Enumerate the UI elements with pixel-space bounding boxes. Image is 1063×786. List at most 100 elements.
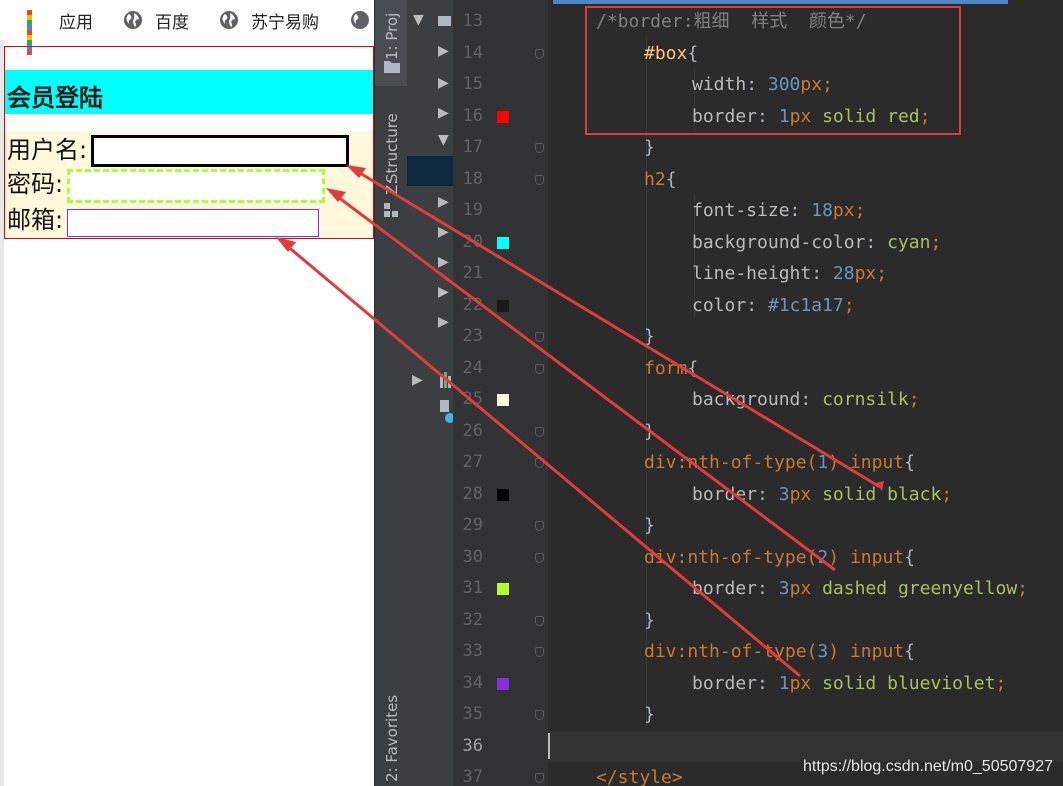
color-swatch-icon xyxy=(497,677,509,690)
fold-marker-icon[interactable] xyxy=(535,710,544,720)
fold-marker-icon[interactable] xyxy=(535,552,544,563)
code-token: : xyxy=(746,294,768,316)
code-line: color: #1c1a17; xyxy=(692,291,855,321)
code-token: ; xyxy=(995,672,1007,694)
line-number: 37 xyxy=(462,767,483,786)
code-token: line-height xyxy=(692,263,812,284)
code-token: { xyxy=(904,641,915,662)
code-token: ; xyxy=(1017,578,1028,599)
line-number: 29 xyxy=(462,515,483,535)
tab-structure-key: Z: xyxy=(383,179,401,195)
annotation-highlight-box xyxy=(585,6,961,135)
code-line: form{ xyxy=(644,354,698,384)
code-token: : xyxy=(865,231,888,253)
code-token: px xyxy=(789,483,812,505)
line-number: 26 xyxy=(462,420,483,441)
watermark: https://blog.csdn.net/m0_50507927 xyxy=(803,758,1053,775)
ide-tool-strip: 1: Proj Structure Z: 2: Favorites xyxy=(374,0,408,786)
code-line: line-height: 28px; xyxy=(692,259,887,289)
bookmarks-bar: 应用 百度 苏宁易购 xyxy=(0,0,375,55)
email-label: 邮箱: xyxy=(7,206,64,234)
code-token: form xyxy=(644,357,688,379)
login-heading-bar: 会员登陆 xyxy=(5,70,373,114)
code-token: border xyxy=(692,672,758,694)
color-swatch-icon xyxy=(497,394,509,406)
collapsed-arrow-icon[interactable]: ▶ xyxy=(438,284,449,300)
fold-marker-icon[interactable] xyxy=(535,48,544,59)
code-token: input xyxy=(849,641,905,662)
code-token: px xyxy=(789,672,812,694)
code-token: { xyxy=(687,357,699,379)
bookmark-baidu[interactable]: 百度 xyxy=(123,8,189,33)
collapsed-arrow-icon[interactable]: ▶ xyxy=(438,105,449,121)
line-number: 16 xyxy=(462,105,483,126)
code-token: ) xyxy=(828,641,850,662)
collapsed-arrow-icon[interactable]: ▶ xyxy=(438,224,449,240)
code-line: border: 3px solid black; xyxy=(692,480,952,510)
collapsed-arrow-icon[interactable]: ▶ xyxy=(438,314,449,330)
tab-project[interactable]: 1: Proj xyxy=(375,0,408,86)
globe-icon xyxy=(220,11,238,29)
code-token: ; xyxy=(941,483,953,505)
tab-favorites[interactable]: 2: Favorites xyxy=(375,680,408,786)
collapsed-arrow-icon[interactable]: ▶ xyxy=(412,372,423,388)
username-label: 用户名: xyxy=(7,136,88,164)
browser-viewport: 应用 百度 苏宁易购 会员登陆 用户名: 密码: 邮箱: xyxy=(0,0,375,786)
code-token: : xyxy=(757,672,779,694)
tab-structure[interactable]: Structure Z: xyxy=(375,95,408,225)
line-number: 18 xyxy=(462,168,483,189)
code-token: div xyxy=(644,546,677,568)
code-token: h2 xyxy=(644,168,666,190)
bookmark-apps[interactable]: 应用 xyxy=(27,8,93,55)
collapsed-arrow-icon[interactable]: ▶ xyxy=(438,254,449,270)
code-token: background-color xyxy=(692,231,866,253)
fold-marker-icon[interactable] xyxy=(535,174,544,185)
line-number: 33 xyxy=(462,641,483,661)
bookmark-label: 百度 xyxy=(155,12,189,33)
expanded-arrow-icon[interactable]: ▼ xyxy=(438,132,449,148)
code-token: color xyxy=(692,294,747,316)
code-line: background: cornsilk; xyxy=(692,385,920,415)
code-token: : xyxy=(811,263,833,284)
code-token: ) xyxy=(828,452,850,473)
folder-icon xyxy=(384,61,400,73)
collapsed-arrow-icon[interactable]: ▶ xyxy=(438,194,449,210)
fold-marker-icon[interactable] xyxy=(535,143,544,153)
code-token: 28 xyxy=(832,263,855,284)
password-input[interactable] xyxy=(67,169,325,203)
fold-marker-icon[interactable] xyxy=(535,615,544,626)
apps-grid-icon xyxy=(27,10,47,55)
code-token: #1c1a17 xyxy=(767,294,844,316)
tree-selected-row[interactable] xyxy=(407,156,453,186)
code-token: div xyxy=(644,452,677,473)
color-swatch-icon xyxy=(497,299,509,312)
code-token: 1 xyxy=(817,452,829,473)
fold-marker-icon[interactable] xyxy=(535,363,544,374)
login-box: 会员登陆 用户名: 密码: 邮箱: xyxy=(4,46,374,239)
username-input[interactable] xyxy=(91,135,349,167)
line-number: 28 xyxy=(462,483,483,504)
code-line: font-size: 18px; xyxy=(692,196,865,226)
collapsed-arrow-icon[interactable]: ▶ xyxy=(438,75,449,91)
code-token: ; xyxy=(908,389,920,410)
email-input[interactable] xyxy=(67,209,319,237)
tab-project-label: 1: Proj xyxy=(383,12,401,60)
code-token: border xyxy=(692,483,758,505)
globe-icon xyxy=(124,11,142,29)
code-token: px xyxy=(789,578,812,599)
code-token: 3 xyxy=(778,483,790,505)
fold-marker-icon[interactable] xyxy=(535,773,544,783)
fold-marker-icon[interactable] xyxy=(535,521,544,531)
collapsed-arrow-icon[interactable]: ▶ xyxy=(438,43,449,59)
fold-marker-icon[interactable] xyxy=(535,647,544,657)
code-token: 2 xyxy=(817,546,829,568)
line-number: 31 xyxy=(462,578,483,598)
fold-marker-icon[interactable] xyxy=(535,458,544,468)
line-number: 36 xyxy=(462,735,483,756)
fold-marker-icon[interactable] xyxy=(535,332,544,342)
bookmark-label: 应用 xyxy=(59,12,93,33)
expanded-arrow-icon[interactable]: ▼ xyxy=(413,12,424,28)
bookmark-suning[interactable]: 苏宁易购 xyxy=(219,8,319,33)
line-number: 27 xyxy=(462,452,483,472)
fold-marker-icon[interactable] xyxy=(535,426,544,437)
